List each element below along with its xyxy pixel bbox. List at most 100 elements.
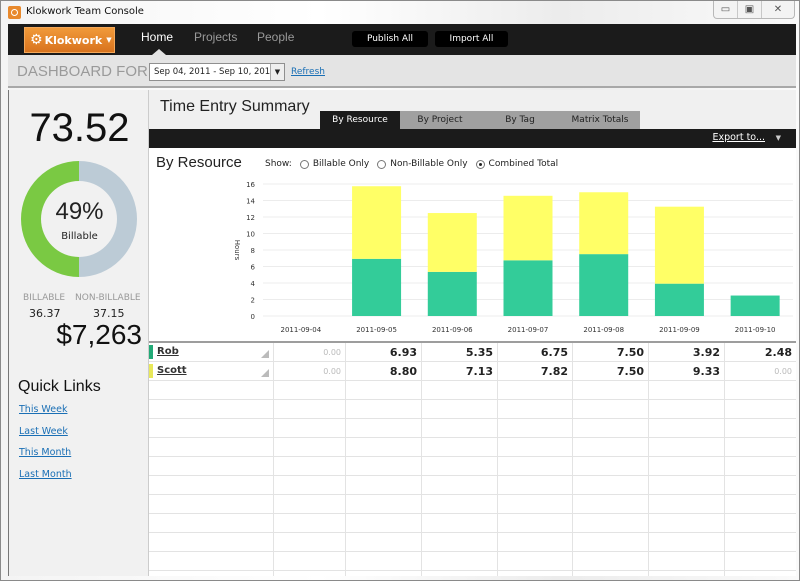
show-filter: Show: Billable Only Non-Billable Only Co… bbox=[265, 159, 558, 169]
empty-row bbox=[149, 514, 796, 533]
bar-rob bbox=[503, 260, 553, 316]
close-button[interactable]: ✕ bbox=[762, 1, 794, 18]
resource-name-link[interactable]: Rob bbox=[157, 346, 179, 357]
show-label: Show: bbox=[265, 159, 292, 169]
quick-link-last-week[interactable]: Last Week bbox=[19, 426, 68, 437]
app-window: Klokwork Team Console ▭ ▣ ✕ ⚙ Klokwork ▼… bbox=[0, 0, 800, 581]
brand-menu-button[interactable]: ⚙ Klokwork ▼ bbox=[24, 27, 115, 53]
dashboard-bar: DASHBOARD FOR Sep 04, 2011 - Sep 10, 201… bbox=[8, 55, 796, 88]
bar-rob bbox=[654, 283, 704, 316]
y-tick-label: 0 bbox=[251, 313, 255, 321]
bar-scott bbox=[654, 206, 704, 284]
series-color-swatch bbox=[149, 345, 153, 359]
window-title: Klokwork Team Console bbox=[26, 6, 144, 17]
empty-row bbox=[149, 419, 796, 438]
page-title: Time Entry Summary bbox=[160, 98, 310, 115]
billable-percent: 49% bbox=[55, 198, 104, 225]
bar-rob bbox=[352, 258, 402, 316]
tab-by-project[interactable]: By Project bbox=[400, 111, 480, 129]
bar-scott bbox=[427, 213, 477, 272]
y-tick-label: 4 bbox=[251, 280, 256, 288]
hours-cell: 3.92 bbox=[692, 346, 720, 359]
chevron-down-icon: ▼ bbox=[106, 36, 112, 44]
y-tick-label: 10 bbox=[246, 231, 255, 239]
hours-cell: 5.35 bbox=[465, 346, 493, 359]
export-link[interactable]: Export to... bbox=[712, 132, 765, 143]
window-controls: ▭ ▣ ✕ bbox=[713, 1, 795, 19]
import-all-button[interactable]: Import All bbox=[435, 31, 508, 47]
nav-home[interactable]: Home bbox=[141, 30, 173, 44]
total-hours: 73.52 bbox=[29, 106, 130, 150]
bar-scott bbox=[579, 192, 629, 255]
nonbillable-label: NON-BILLABLE bbox=[75, 293, 141, 303]
nav-people[interactable]: People bbox=[257, 30, 294, 44]
y-tick-label: 6 bbox=[251, 264, 256, 272]
bar-scott bbox=[352, 186, 402, 259]
bar-rob bbox=[579, 254, 629, 316]
radio-label: Combined Total bbox=[488, 159, 559, 169]
resource-cell: Scott bbox=[149, 362, 273, 380]
refresh-link[interactable]: Refresh bbox=[291, 67, 325, 77]
resource-name-link[interactable]: Scott bbox=[157, 365, 187, 376]
empty-row bbox=[149, 552, 796, 571]
radio-non-billable-only[interactable] bbox=[377, 159, 387, 169]
empty-row bbox=[149, 438, 796, 457]
expand-triangle-icon[interactable] bbox=[261, 369, 269, 377]
billable-label: BILLABLE bbox=[23, 293, 66, 303]
empty-row bbox=[149, 495, 796, 514]
hours-cell: 7.82 bbox=[540, 365, 568, 378]
quick-links-title: Quick Links bbox=[18, 378, 101, 395]
maximize-button[interactable]: ▣ bbox=[738, 1, 762, 18]
radio-combined-total[interactable] bbox=[475, 159, 485, 169]
x-tick-label: 2011-09-10 bbox=[735, 326, 776, 334]
app-icon bbox=[8, 6, 21, 19]
hours-cell: 0.00 bbox=[323, 367, 341, 376]
dashboard-label: DASHBOARD FOR bbox=[17, 63, 148, 80]
minimize-button[interactable]: ▭ bbox=[714, 1, 738, 18]
chart-title: By Resource bbox=[156, 154, 242, 171]
x-tick-label: 2011-09-08 bbox=[583, 326, 624, 334]
bar-rob bbox=[730, 295, 780, 316]
quick-link-last-month[interactable]: Last Month bbox=[19, 469, 72, 480]
hours-cell: 0.00 bbox=[774, 367, 792, 376]
series-color-swatch bbox=[149, 364, 153, 378]
x-tick-label: 2011-09-05 bbox=[356, 326, 397, 334]
x-tick-label: 2011-09-07 bbox=[508, 326, 549, 334]
empty-row bbox=[149, 533, 796, 552]
hours-cell: 7.50 bbox=[616, 346, 644, 359]
empty-row bbox=[149, 457, 796, 476]
gear-icon: ⚙ bbox=[30, 32, 43, 48]
empty-row bbox=[149, 476, 796, 495]
x-tick-label: 2011-09-04 bbox=[281, 326, 322, 334]
empty-row bbox=[149, 381, 796, 400]
top-nav: ⚙ Klokwork ▼ Home Projects People Publis… bbox=[8, 24, 796, 55]
date-range-select[interactable]: Sep 04, 2011 - Sep 10, 2011 ▼ bbox=[149, 63, 285, 81]
y-tick-label: 12 bbox=[246, 214, 255, 222]
chevron-down-icon[interactable]: ▼ bbox=[270, 64, 284, 80]
hours-bar-chart: 0 2 4 6 8 10 12 14 16 Hours 2011-09-04 2011-09-05 20… bbox=[233, 181, 793, 334]
radio-label: Non-Billable Only bbox=[390, 159, 468, 169]
resource-cell: Rob bbox=[149, 343, 273, 361]
table-row: Scott 0.00 8.80 7.13 7.82 7.50 9.33 0.00 bbox=[149, 362, 796, 381]
y-tick-label: 14 bbox=[246, 198, 255, 206]
radio-billable-only[interactable] bbox=[299, 159, 309, 169]
publish-all-button[interactable]: Publish All bbox=[352, 31, 428, 47]
hours-cell: 9.33 bbox=[692, 365, 720, 378]
quick-link-this-month[interactable]: This Month bbox=[19, 447, 71, 458]
nav-projects[interactable]: Projects bbox=[194, 30, 237, 44]
main-header: Time Entry Summary By Resource By Projec… bbox=[149, 90, 796, 129]
y-tick-label: 8 bbox=[251, 247, 255, 255]
quick-link-this-week[interactable]: This Week bbox=[19, 404, 67, 415]
hours-cell: 8.80 bbox=[389, 365, 417, 378]
expand-triangle-icon[interactable] bbox=[261, 350, 269, 358]
hours-cell: 7.13 bbox=[465, 365, 493, 378]
bar-rob bbox=[427, 271, 477, 316]
y-tick-label: 2 bbox=[251, 297, 255, 305]
radio-label: Billable Only bbox=[312, 159, 370, 169]
x-tick-label: 2011-09-09 bbox=[659, 326, 700, 334]
tab-by-resource[interactable]: By Resource bbox=[320, 111, 400, 129]
y-tick-label: 16 bbox=[246, 181, 255, 189]
tab-by-tag[interactable]: By Tag bbox=[480, 111, 560, 129]
chevron-down-icon[interactable]: ▼ bbox=[776, 134, 781, 142]
tab-matrix-totals[interactable]: Matrix Totals bbox=[560, 111, 640, 129]
